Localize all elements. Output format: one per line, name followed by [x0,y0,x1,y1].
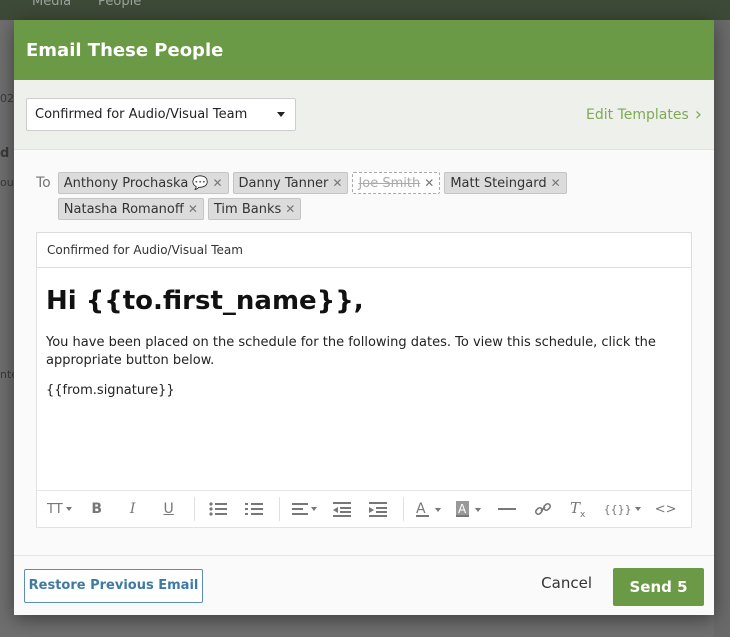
link-button[interactable] [532,497,554,521]
recipient-chip[interactable]: Matt Steingard ✕ [444,172,567,194]
recipient-chip-excluded[interactable]: Joe Smith ✕ [352,172,441,194]
outdent-button[interactable] [331,497,353,521]
subject-field[interactable]: Confirmed for Audio/Visual Team [36,232,692,268]
recipient-chip[interactable]: Tim Banks ✕ [207,198,302,220]
code-icon: <> [654,501,677,517]
cancel-button[interactable]: Cancel [541,574,592,592]
caret-down-icon [310,507,317,511]
bullet-list-button[interactable] [207,497,229,521]
toolbar-divider [402,497,404,521]
svg-text:A: A [416,501,426,517]
bold-button[interactable]: B [86,497,108,521]
italic-button[interactable]: I [122,497,144,521]
recipient-chips: Anthony Prochaska 💬 ✕ Danny Tanner ✕ Joe… [57,172,692,220]
recipient-chip[interactable]: Anthony Prochaska 💬 ✕ [57,172,229,194]
text-color-button[interactable]: A [415,497,442,521]
to-label: To [36,175,51,191]
font-size-icon: TT [47,501,63,517]
svg-text:A: A [458,502,467,516]
remove-icon[interactable]: ✕ [332,176,342,190]
clear-formatting-icon: Tx [570,500,586,518]
background-fragment: d [0,146,10,161]
recipient-chip[interactable]: Danny Tanner ✕ [232,172,349,194]
edit-templates-link[interactable]: Edit Templates › [586,103,702,125]
numbered-list-button[interactable] [243,497,265,521]
background-nav-people: People [98,0,142,9]
template-select-value: Confirmed for Audio/Visual Team [35,107,248,122]
send-button[interactable]: Send 5 [613,568,704,606]
background-nav-media: Media [32,0,72,9]
clear-formatting-button[interactable]: Tx [568,497,590,521]
recipient-name: Matt Steingard [450,175,547,191]
align-button[interactable] [291,497,317,521]
source-code-button[interactable]: <> [655,497,677,521]
recipient-name: Danny Tanner [238,175,329,191]
template-variables-button[interactable]: {{}} [604,497,641,521]
highlight-color-button[interactable]: A [455,497,482,521]
recipient-chip[interactable]: Natasha Romanoff ✕ [57,198,204,220]
font-size-button[interactable]: TT [47,497,72,521]
editor-toolbar: TT B I U A A T x {{}} <> [37,490,691,527]
remove-icon[interactable]: ✕ [188,202,198,216]
compose-area: To Anthony Prochaska 💬 ✕ Danny Tanner ✕ … [14,150,714,556]
underline-button[interactable]: U [158,497,180,521]
message-bubble-icon: 💬 [192,175,209,191]
underline-icon: U [163,501,174,517]
link-icon [534,502,551,516]
caret-down-icon [65,507,72,511]
message-editor[interactable]: Hi {{to.first_name}}, You have been plac… [36,268,692,528]
highlight-color-icon: A [455,501,481,517]
remove-icon[interactable]: ✕ [424,176,434,190]
numbered-list-icon [244,503,263,515]
indent-button[interactable] [367,497,389,521]
template-select[interactable]: Confirmed for Audio/Visual Team [26,98,296,131]
subject-value: Confirmed for Audio/Visual Team [47,243,243,257]
caret-down-icon [634,507,641,511]
email-modal: Email These People Confirmed for Audio/V… [14,20,714,615]
recipient-name: Anthony Prochaska [63,175,189,191]
align-left-icon [291,503,308,515]
remove-icon[interactable]: ✕ [285,202,295,216]
toolbar-divider [278,497,280,521]
chevron-right-icon: › [694,103,702,125]
text-color-icon: A [415,501,441,517]
modal-title: Email These People [26,39,224,61]
indent-icon [368,502,387,517]
bold-icon: B [91,501,102,517]
background-right-strip [714,20,730,637]
edit-templates-label: Edit Templates [586,106,689,123]
remove-icon[interactable]: ✕ [551,176,561,190]
body-paragraph: You have been placed on the schedule for… [46,335,656,368]
outdent-icon [332,502,351,517]
to-row: To Anthony Prochaska 💬 ✕ Danny Tanner ✕ … [36,172,692,220]
bullet-list-icon [209,502,227,516]
modal-header: Email These People [14,20,714,80]
modal-footer: Restore Previous Email Cancel Send 5 [14,555,714,615]
background-fragment: 02 [0,92,14,105]
recipient-name: Tim Banks [213,201,282,217]
restore-previous-email-button[interactable]: Restore Previous Email [24,568,203,603]
template-variables-icon: {{}} [603,502,632,516]
caret-down-icon [277,112,285,117]
greeting-heading: Hi {{to.first_name}}, [46,286,364,316]
background-nav: Media People [0,0,730,20]
remove-icon[interactable]: ✕ [212,176,222,190]
italic-icon: I [129,501,136,517]
signature-placeholder: {{from.signature}} [46,383,175,398]
toolbar-divider [193,497,195,521]
background-fragment: ou [0,176,14,189]
svg-text:x: x [580,510,586,518]
recipient-name: Joe Smith [358,175,421,191]
recipient-name: Natasha Romanoff [63,201,184,217]
template-bar: Confirmed for Audio/Visual Team Edit Tem… [14,80,714,150]
horizontal-rule-icon [497,508,516,510]
horizontal-rule-button[interactable] [496,497,518,521]
editor-content[interactable]: Hi {{to.first_name}}, You have been plac… [37,268,691,400]
